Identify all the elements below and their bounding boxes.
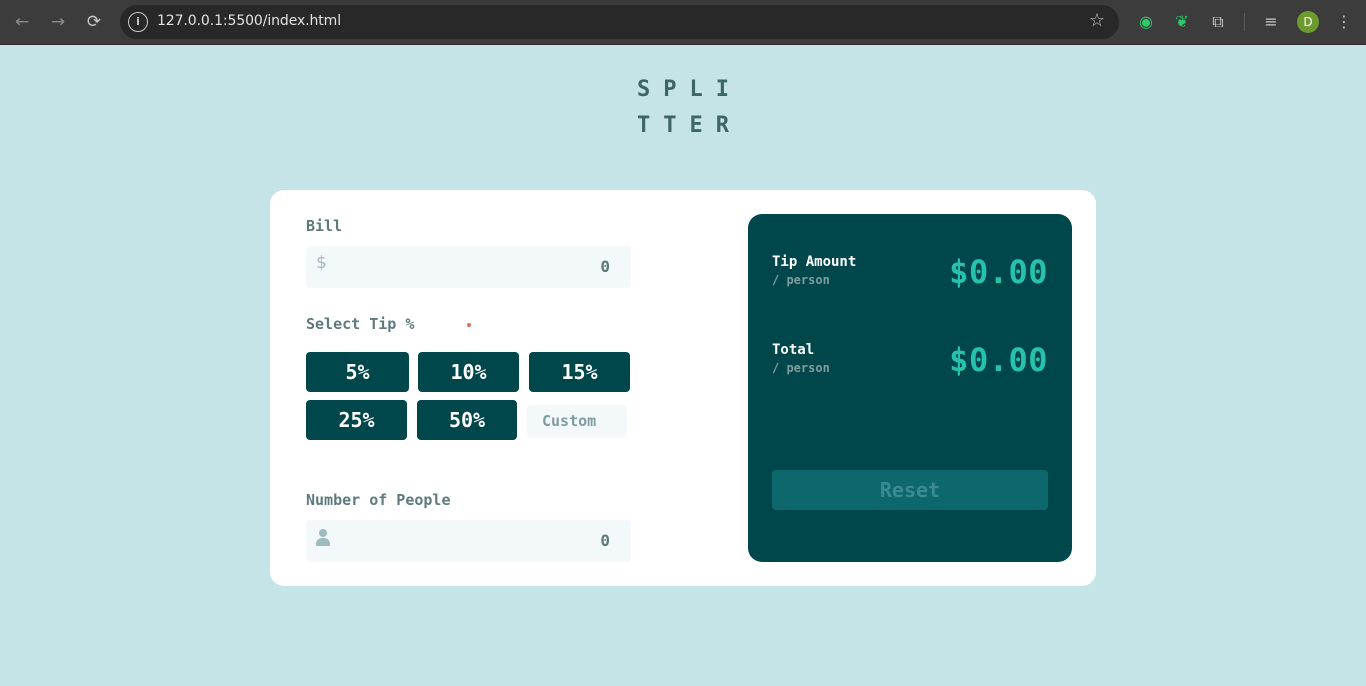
puzzle-extensions-icon[interactable]: ⧉ (1207, 11, 1229, 33)
url-text[interactable]: 127.0.0.1:5500/index.html (157, 13, 341, 29)
bill-input[interactable]: $ 0 (306, 246, 631, 288)
tip-button-10[interactable]: 10% (418, 352, 519, 392)
people-label: Number of People (306, 491, 451, 509)
tip-button-15[interactable]: 15% (529, 352, 630, 392)
profile-avatar[interactable]: D (1297, 11, 1319, 33)
reading-list-icon[interactable]: ≡ (1260, 11, 1282, 33)
person-icon (316, 529, 330, 546)
dollar-icon: $ (316, 253, 327, 273)
custom-tip-input[interactable]: Custom (527, 405, 627, 438)
address-bar[interactable]: i 127.0.0.1:5500/index.html ☆ (120, 5, 1119, 39)
result-panel: Tip Amount / person $0.00 Total / person… (748, 214, 1072, 562)
toolbar-divider (1244, 13, 1245, 31)
tip-button-25[interactable]: 25% (306, 400, 407, 440)
tip-button-5[interactable]: 5% (306, 352, 409, 392)
kebab-menu-icon[interactable]: ⋮ (1333, 11, 1355, 33)
reset-button[interactable]: Reset (772, 470, 1048, 510)
total-value: $0.00 (949, 341, 1048, 379)
reload-icon[interactable]: ⟳ (83, 11, 105, 33)
logo-line-1: SPLI (637, 77, 742, 102)
logo-line-2: TTER (637, 113, 742, 138)
bookmark-star-icon[interactable]: ☆ (1089, 10, 1105, 31)
calculator-card: Bill $ 0 Select Tip % 5% 10% 15% 25% 50%… (270, 190, 1096, 586)
total-sublabel: / person (772, 361, 830, 375)
forward-arrow-icon[interactable]: → (47, 11, 69, 33)
leaf-extension-icon[interactable]: ❦ (1171, 11, 1193, 33)
tip-button-50[interactable]: 50% (417, 400, 517, 440)
bill-value[interactable]: 0 (600, 257, 610, 276)
people-input[interactable]: 0 (306, 520, 631, 562)
app-logo: SPLI TTER (0, 72, 1366, 144)
eye-extension-icon[interactable]: ◉ (1135, 11, 1157, 33)
site-info-icon[interactable]: i (128, 12, 148, 32)
total-label: Total (772, 342, 815, 358)
people-value[interactable]: 0 (600, 531, 610, 550)
tip-amount-label: Tip Amount (772, 254, 857, 270)
browser-toolbar: ← → ⟳ i 127.0.0.1:5500/index.html ☆ ◉ ❦ … (0, 0, 1366, 45)
tip-amount-sublabel: / person (772, 273, 830, 287)
back-arrow-icon[interactable]: ← (11, 11, 33, 33)
error-indicator (467, 323, 471, 327)
tip-amount-value: $0.00 (949, 253, 1048, 291)
select-tip-label: Select Tip % (306, 315, 415, 333)
bill-label: Bill (306, 217, 343, 235)
